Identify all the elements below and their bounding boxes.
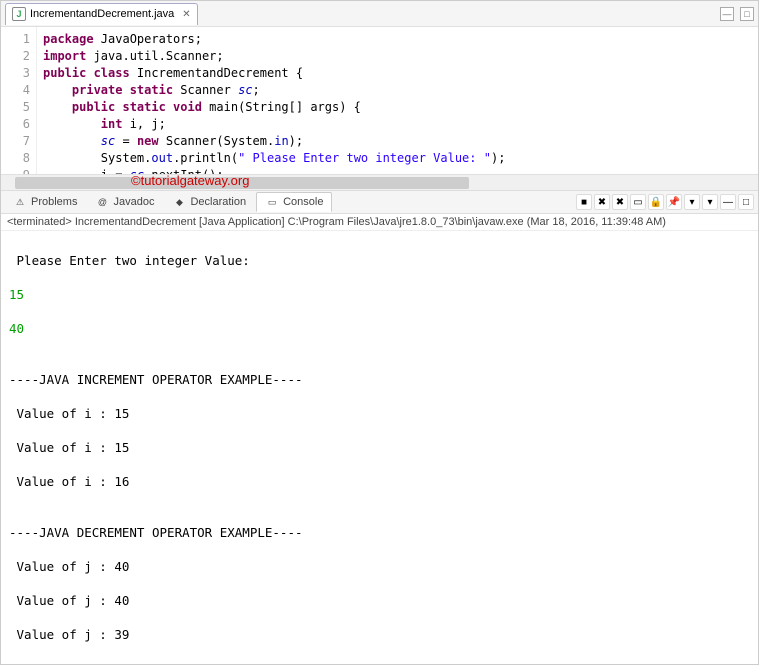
code-line[interactable]: private static Scanner sc;	[43, 82, 758, 99]
code-line[interactable]: package JavaOperators;	[43, 31, 758, 48]
tab-javadoc-label: Javadoc	[113, 196, 154, 208]
console-line: ----JAVA INCREMENT OPERATOR EXAMPLE----	[9, 371, 750, 388]
console-header: <terminated> IncrementandDecrement [Java…	[1, 214, 758, 231]
remove-launch-icon[interactable]: ✖	[594, 194, 610, 210]
scroll-lock-icon[interactable]: 🔒	[648, 194, 664, 210]
java-file-icon: J	[12, 7, 26, 21]
console-output[interactable]: Please Enter two integer Value: 15 40 --…	[1, 231, 758, 664]
code-line[interactable]: sc = new Scanner(System.in);	[43, 133, 758, 150]
javadoc-icon: @	[95, 195, 109, 209]
window-controls: — □	[720, 7, 754, 21]
console-toolbar: ■ ✖ ✖ ▭ 🔒 📌 ▾ ▾ — □	[576, 194, 754, 210]
problems-icon: ⚠	[13, 195, 27, 209]
watermark-text: ©tutorialgateway.org	[131, 173, 249, 188]
editor-tab-bar: J IncrementandDecrement.java ✕ — □	[1, 1, 758, 27]
display-selected-icon[interactable]: ▾	[684, 194, 700, 210]
tab-filename: IncrementandDecrement.java	[30, 8, 174, 20]
tab-problems-label: Problems	[31, 196, 77, 208]
tab-declaration[interactable]: ◆ Declaration	[164, 193, 254, 211]
console-input-line: 15	[9, 286, 750, 303]
console-input-line: 40	[9, 320, 750, 337]
terminate-icon[interactable]: ■	[576, 194, 592, 210]
code-line[interactable]: System.out.println(" Please Enter two in…	[43, 150, 758, 167]
console-line: Please Enter two integer Value:	[9, 252, 750, 269]
tab-javadoc[interactable]: @ Javadoc	[87, 193, 162, 211]
code-line[interactable]: int i, j;	[43, 116, 758, 133]
close-icon[interactable]: ✕	[182, 9, 190, 20]
console-line: Value of i : 15	[9, 439, 750, 456]
code-line[interactable]: public static void main(String[] args) {	[43, 99, 758, 116]
remove-all-icon[interactable]: ✖	[612, 194, 628, 210]
code-line[interactable]: public class IncrementandDecrement {	[43, 65, 758, 82]
code-area[interactable]: package JavaOperators;import java.util.S…	[37, 27, 758, 174]
editor-tab[interactable]: J IncrementandDecrement.java ✕	[5, 3, 198, 25]
console-icon: ▭	[265, 195, 279, 209]
open-console-icon[interactable]: ▾	[702, 194, 718, 210]
minimize-icon[interactable]: —	[720, 7, 734, 21]
tab-problems[interactable]: ⚠ Problems	[5, 193, 85, 211]
code-line[interactable]: import java.util.Scanner;	[43, 48, 758, 65]
console-line: Value of i : 15	[9, 405, 750, 422]
code-editor[interactable]: 123456789101112131415161718192021 packag…	[1, 27, 758, 174]
pin-console-icon[interactable]: 📌	[666, 194, 682, 210]
tab-declaration-label: Declaration	[190, 196, 246, 208]
console-line: Value of j : 40	[9, 592, 750, 609]
max-icon[interactable]: □	[738, 194, 754, 210]
console-line: ----JAVA DECREMENT OPERATOR EXAMPLE----	[9, 524, 750, 541]
line-number-gutter: 123456789101112131415161718192021	[1, 27, 37, 174]
views-tab-bar: ⚠ Problems @ Javadoc ◆ Declaration ▭ Con…	[1, 190, 758, 214]
clear-console-icon[interactable]: ▭	[630, 194, 646, 210]
tab-console-label: Console	[283, 196, 323, 208]
maximize-icon[interactable]: □	[740, 7, 754, 21]
declaration-icon: ◆	[172, 195, 186, 209]
console-line: Value of i : 16	[9, 473, 750, 490]
console-line: Value of j : 39	[9, 626, 750, 643]
horizontal-scrollbar[interactable]: ©tutorialgateway.org	[1, 174, 758, 190]
console-line: Value of j : 40	[9, 558, 750, 575]
min-icon[interactable]: —	[720, 194, 736, 210]
tab-console[interactable]: ▭ Console	[256, 192, 332, 212]
